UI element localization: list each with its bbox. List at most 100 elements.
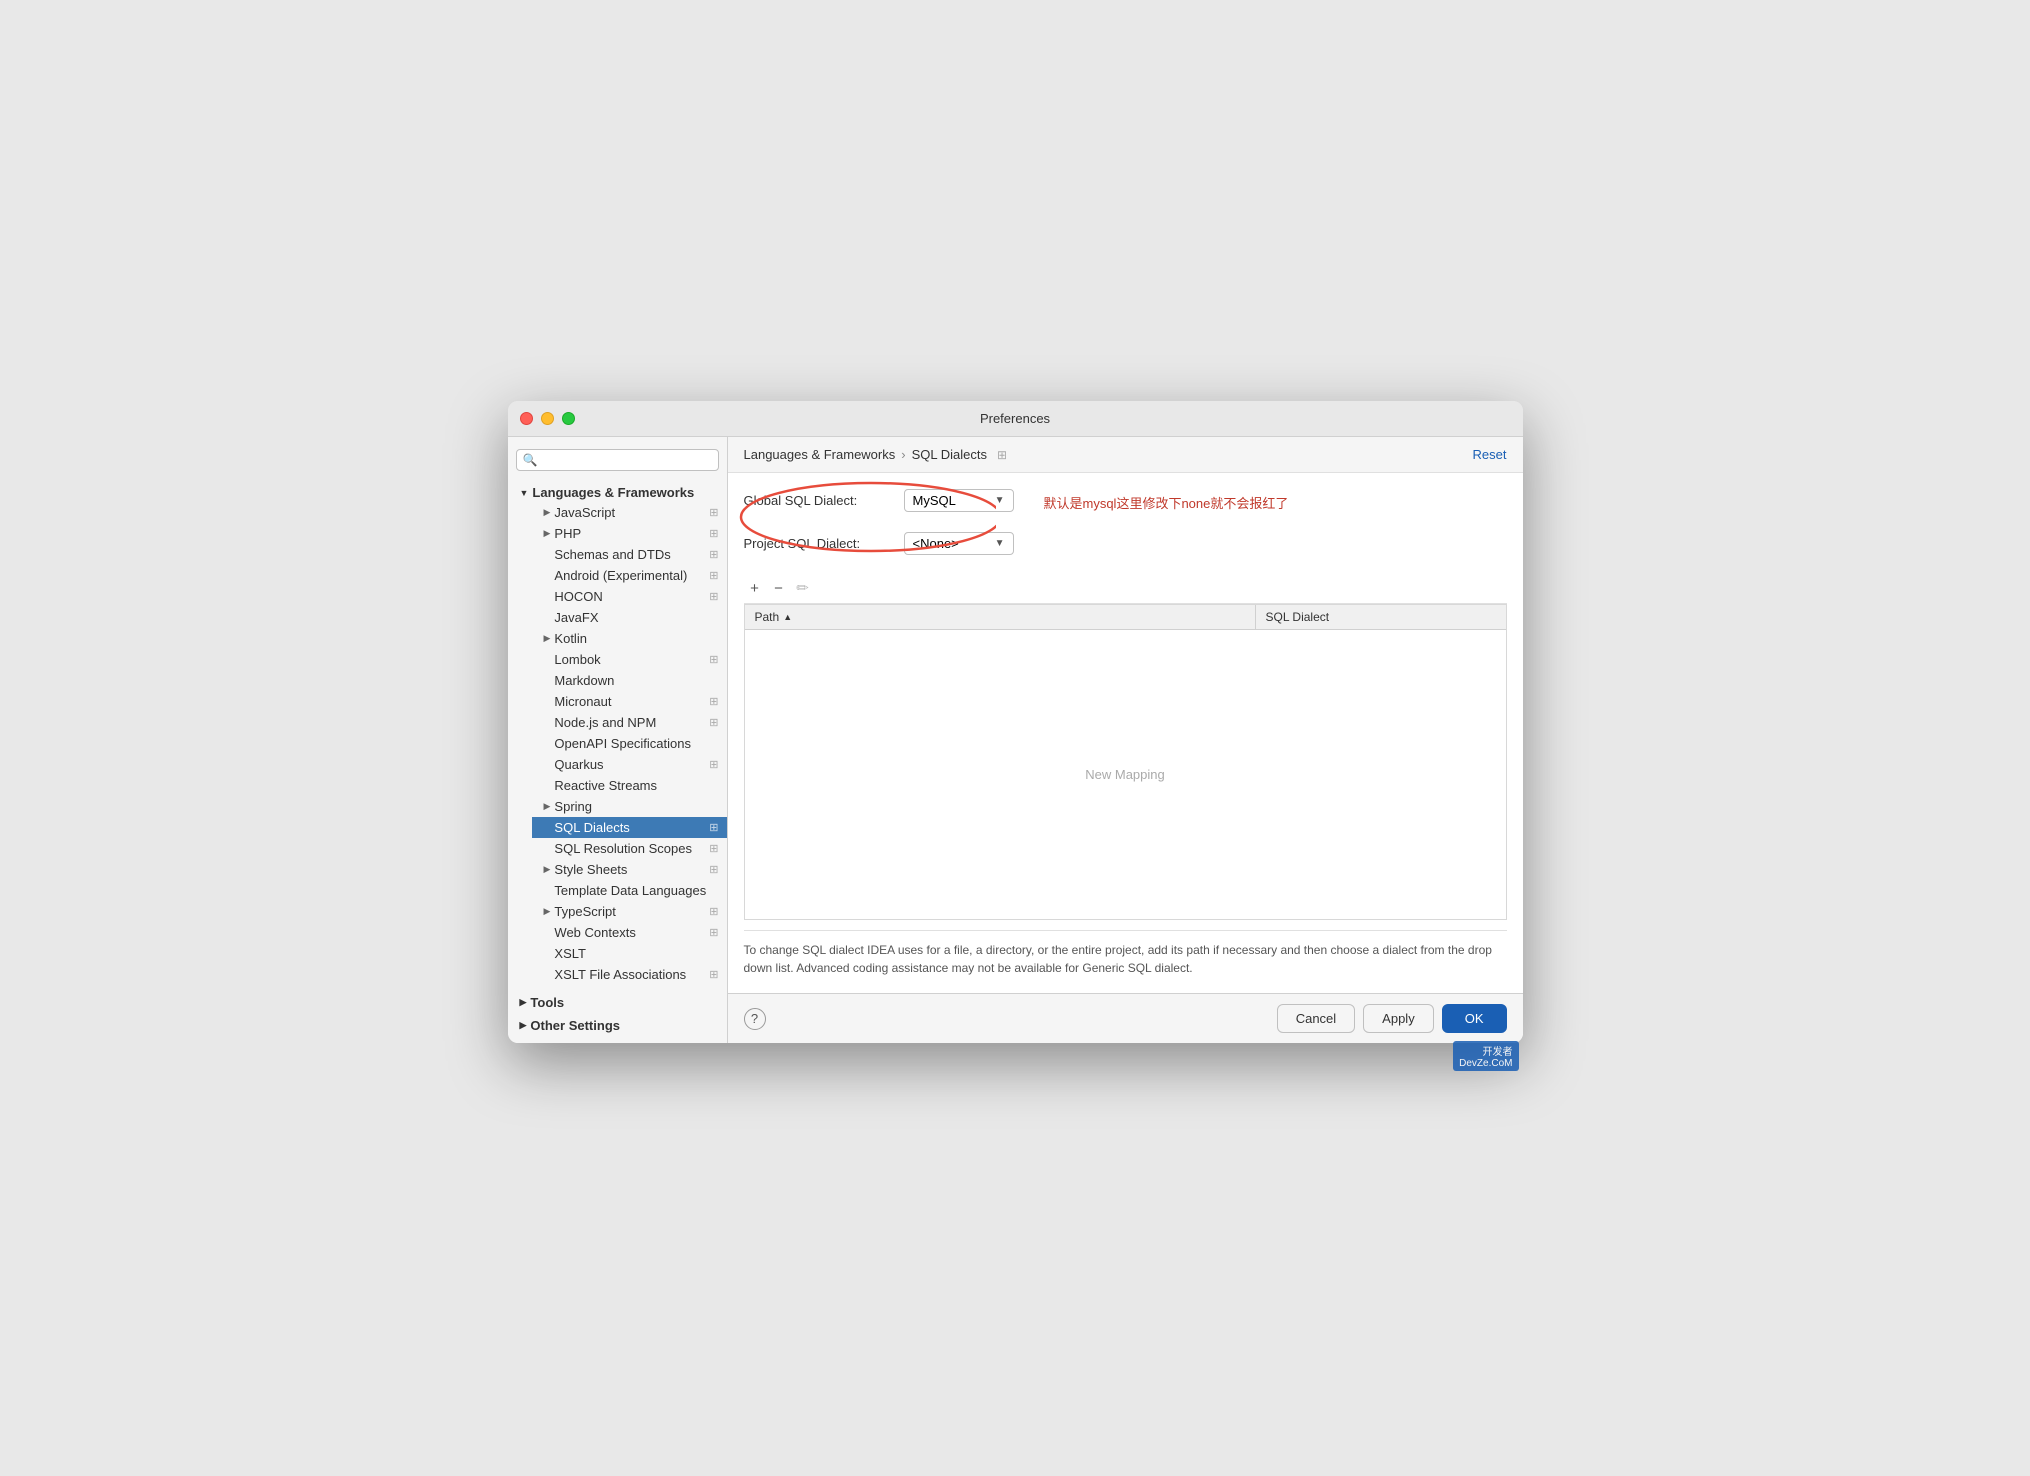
sidebar-item-sql-dialects[interactable]: ▶ SQL Dialects ⊞: [532, 817, 727, 838]
breadcrumb-separator: ›: [901, 447, 905, 462]
help-button[interactable]: ?: [744, 1008, 766, 1030]
sidebar-item-javascript[interactable]: ▶ JavaScript ⊞: [532, 502, 727, 523]
sidebar-group-languages[interactable]: ▼ Languages & Frameworks: [508, 479, 727, 502]
footer-right: Cancel Apply OK: [1277, 1004, 1507, 1033]
settings-pin-icon: ⊞: [709, 527, 718, 540]
sidebar-item-label: Lombok: [554, 652, 600, 667]
chevron-icon: ▶: [544, 528, 551, 539]
settings-pin-icon: ⊞: [709, 821, 718, 834]
sidebar-item-xslt[interactable]: ▶ XSLT: [532, 943, 727, 964]
settings-pin-icon: ⊞: [709, 569, 718, 582]
empty-state-text: New Mapping: [1085, 767, 1165, 782]
window-controls: [520, 412, 575, 425]
sidebar-item-label: Markdown: [554, 673, 614, 688]
sidebar-item-typescript[interactable]: ▶ TypeScript ⊞: [532, 901, 727, 922]
table-header: Path ▲ SQL Dialect: [745, 605, 1506, 630]
global-dialect-value: MySQL: [913, 493, 956, 508]
settings-pin-icon: ⊞: [709, 506, 718, 519]
sidebar-item-hocon[interactable]: ▶ HOCON ⊞: [532, 586, 727, 607]
settings-pin-icon: ⊞: [709, 653, 718, 666]
sort-icon: ▲: [783, 612, 792, 622]
sidebar-item-reactive-streams[interactable]: ▶ Reactive Streams: [532, 775, 727, 796]
remove-mapping-button[interactable]: −: [768, 577, 790, 599]
minimize-button[interactable]: [541, 412, 554, 425]
sidebar-item-label: SQL Resolution Scopes: [554, 841, 692, 856]
sidebar-item-style-sheets[interactable]: ▶ Style Sheets ⊞: [532, 859, 727, 880]
sidebar-item-quarkus[interactable]: ▶ Quarkus ⊞: [532, 754, 727, 775]
annotation-text: 默认是mysql这里修改下none就不会报红了: [1044, 493, 1289, 512]
sidebar-item-markdown[interactable]: ▶ Markdown: [532, 670, 727, 691]
table-body-empty: New Mapping: [745, 630, 1506, 919]
reset-button[interactable]: Reset: [1473, 447, 1507, 462]
watermark: 开发者DevZe.CoM: [1453, 1041, 1518, 1071]
settings-pin-icon: ⊞: [709, 695, 718, 708]
apply-button[interactable]: Apply: [1363, 1004, 1434, 1033]
sidebar-sub-items: ▶ JavaScript ⊞ ▶ PHP ⊞ ▶ Schemas and DTD…: [508, 502, 727, 985]
main-content: Global SQL Dialect: MySQL ▼ Project SQL …: [728, 473, 1523, 993]
sidebar-item-label: Kotlin: [554, 631, 587, 646]
group-label: Other Settings: [530, 1018, 620, 1033]
sidebar-item-sql-resolution[interactable]: ▶ SQL Resolution Scopes ⊞: [532, 838, 727, 859]
add-mapping-button[interactable]: +: [744, 577, 766, 599]
preferences-window: Preferences 🔍 ▼ Languages & Frameworks: [508, 401, 1523, 1043]
sidebar-item-label: XSLT File Associations: [554, 967, 686, 982]
settings-pin-icon: ⊞: [709, 863, 718, 876]
settings-pin-icon: ⊞: [709, 905, 718, 918]
sidebar-item-php[interactable]: ▶ PHP ⊞: [532, 523, 727, 544]
breadcrumb-parent: Languages & Frameworks: [744, 447, 896, 462]
ok-button[interactable]: OK: [1442, 1004, 1507, 1033]
sidebar-item-android[interactable]: ▶ Android (Experimental) ⊞: [532, 565, 727, 586]
sidebar-item-label: HOCON: [554, 589, 602, 604]
sidebar-item-label: Quarkus: [554, 757, 603, 772]
sidebar-item-spring[interactable]: ▶ Spring: [532, 796, 727, 817]
column-header-dialect: SQL Dialect: [1256, 605, 1506, 629]
close-button[interactable]: [520, 412, 533, 425]
sidebar-group-other-settings[interactable]: ▶ Other Settings: [508, 1012, 727, 1035]
sidebar-item-web-contexts[interactable]: ▶ Web Contexts ⊞: [532, 922, 727, 943]
chevron-right-icon: ▶: [520, 997, 527, 1008]
dropdown-arrow-icon: ▼: [995, 538, 1005, 549]
search-input[interactable]: [541, 453, 711, 467]
sidebar-item-label: Reactive Streams: [554, 778, 657, 793]
sidebar-item-kotlin[interactable]: ▶ Kotlin: [532, 628, 727, 649]
sidebar-item-label: JavaScript: [554, 505, 615, 520]
sidebar-item-openapi[interactable]: ▶ OpenAPI Specifications: [532, 733, 727, 754]
main-header: Languages & Frameworks › SQL Dialects ⊞ …: [728, 437, 1523, 473]
cancel-button[interactable]: Cancel: [1277, 1004, 1355, 1033]
chevron-right-icon: ▶: [520, 1020, 527, 1031]
global-dialect-select[interactable]: MySQL ▼: [904, 489, 1014, 512]
dialects-form: Global SQL Dialect: MySQL ▼ Project SQL …: [744, 489, 1014, 565]
sidebar-item-xslt-file[interactable]: ▶ XSLT File Associations ⊞: [532, 964, 727, 985]
info-text: To change SQL dialect IDEA uses for a fi…: [744, 930, 1507, 977]
sidebar-item-label: PHP: [554, 526, 581, 541]
sidebar-item-micronaut[interactable]: ▶ Micronaut ⊞: [532, 691, 727, 712]
annotation-area: Global SQL Dialect: MySQL ▼ Project SQL …: [744, 489, 1507, 565]
sidebar-item-label: Template Data Languages: [554, 883, 706, 898]
chevron-icon: ▶: [544, 864, 551, 875]
project-dialect-select[interactable]: <None> ▼: [904, 532, 1014, 555]
sidebar-item-lombok[interactable]: ▶ Lombok ⊞: [532, 649, 727, 670]
sidebar-item-schemas-dtds[interactable]: ▶ Schemas and DTDs ⊞: [532, 544, 727, 565]
sidebar-item-template-data[interactable]: ▶ Template Data Languages: [532, 880, 727, 901]
search-box[interactable]: 🔍: [516, 449, 719, 471]
group-label: Tools: [530, 995, 564, 1010]
edit-mapping-button[interactable]: ✏: [792, 577, 814, 599]
sidebar: 🔍 ▼ Languages & Frameworks ▶ JavaScript …: [508, 437, 728, 1043]
global-dialect-row: Global SQL Dialect: MySQL ▼: [744, 489, 1014, 512]
sidebar-item-label: SQL Dialects: [554, 820, 629, 835]
settings-pin-icon: ⊞: [709, 968, 718, 981]
sidebar-group-tools[interactable]: ▶ Tools: [508, 989, 727, 1012]
sidebar-item-label: TypeScript: [554, 904, 615, 919]
sidebar-item-label: XSLT: [554, 946, 586, 961]
project-dialect-label: Project SQL Dialect:: [744, 536, 904, 551]
chevron-icon: ▶: [544, 801, 551, 812]
maximize-button[interactable]: [562, 412, 575, 425]
sidebar-item-label: Schemas and DTDs: [554, 547, 670, 562]
content-area: 🔍 ▼ Languages & Frameworks ▶ JavaScript …: [508, 437, 1523, 1043]
sidebar-item-javafx[interactable]: ▶ JavaFX: [532, 607, 727, 628]
sidebar-item-label: OpenAPI Specifications: [554, 736, 691, 751]
sidebar-item-nodejs[interactable]: ▶ Node.js and NPM ⊞: [532, 712, 727, 733]
chevron-icon: ▶: [544, 507, 551, 518]
table-toolbar: + − ✏: [744, 577, 1507, 604]
settings-pin-icon: ⊞: [709, 548, 718, 561]
